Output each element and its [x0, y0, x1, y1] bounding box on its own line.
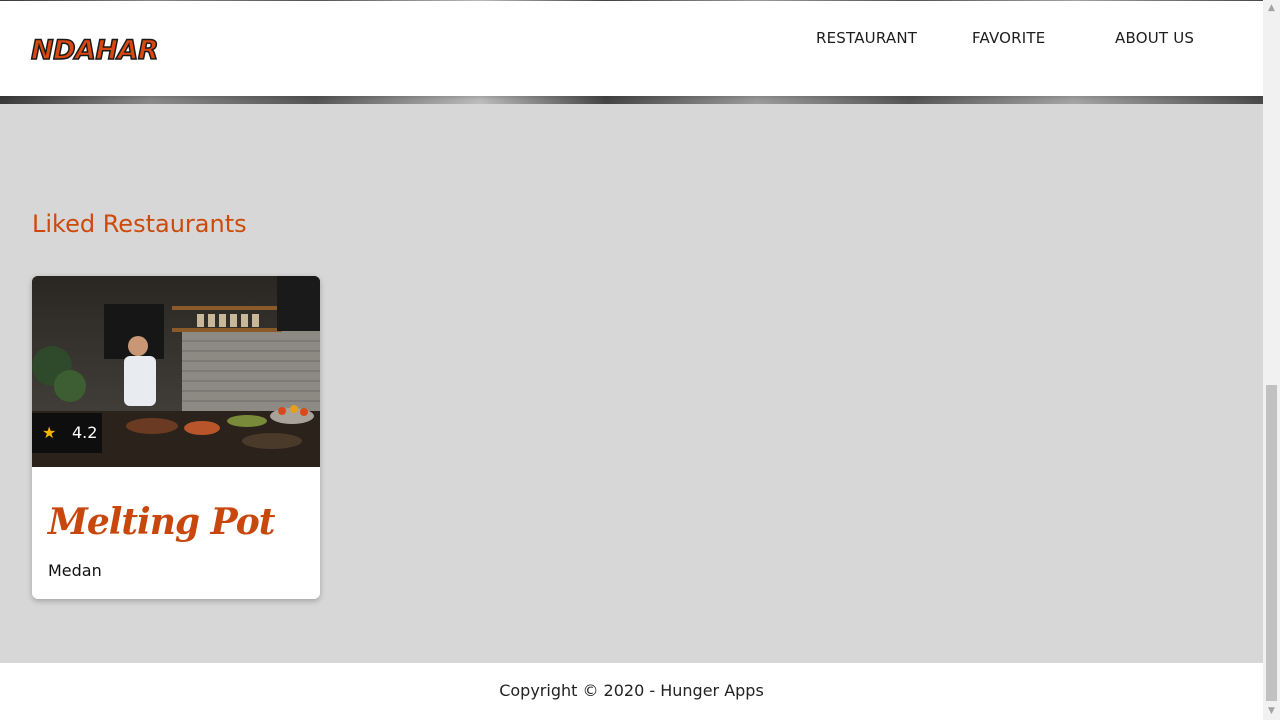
restaurant-card[interactable]: ★ 4.2 Melting Pot Medan	[32, 276, 320, 599]
restaurant-name[interactable]: Melting Pot	[48, 501, 275, 543]
restaurant-image: ★ 4.2	[32, 276, 320, 467]
section-title: Liked Restaurants	[32, 210, 247, 238]
main-nav: RESTAURANT FAVORITE ABOUT US	[0, 29, 1263, 51]
rating-badge: ★ 4.2	[32, 413, 102, 453]
rating-value: 4.2	[72, 423, 98, 442]
scroll-up-icon[interactable]: ▲	[1263, 0, 1280, 17]
site-footer: Copyright © 2020 - Hunger Apps	[0, 663, 1263, 720]
star-icon: ★	[42, 423, 57, 442]
nav-favorite[interactable]: FAVORITE	[972, 29, 1045, 47]
site-header: NDAHAR RESTAURANT FAVORITE ABOUT US	[0, 1, 1263, 96]
nav-restaurant[interactable]: RESTAURANT	[816, 29, 917, 47]
scrollbar-thumb[interactable]	[1266, 385, 1277, 701]
nav-about-us[interactable]: ABOUT US	[1115, 29, 1194, 47]
copyright-text: Copyright © 2020 - Hunger Apps	[499, 681, 764, 700]
scroll-down-icon[interactable]: ▼	[1263, 703, 1280, 720]
vertical-scrollbar[interactable]: ▲ ▼	[1263, 0, 1280, 720]
restaurant-city: Medan	[48, 561, 102, 580]
